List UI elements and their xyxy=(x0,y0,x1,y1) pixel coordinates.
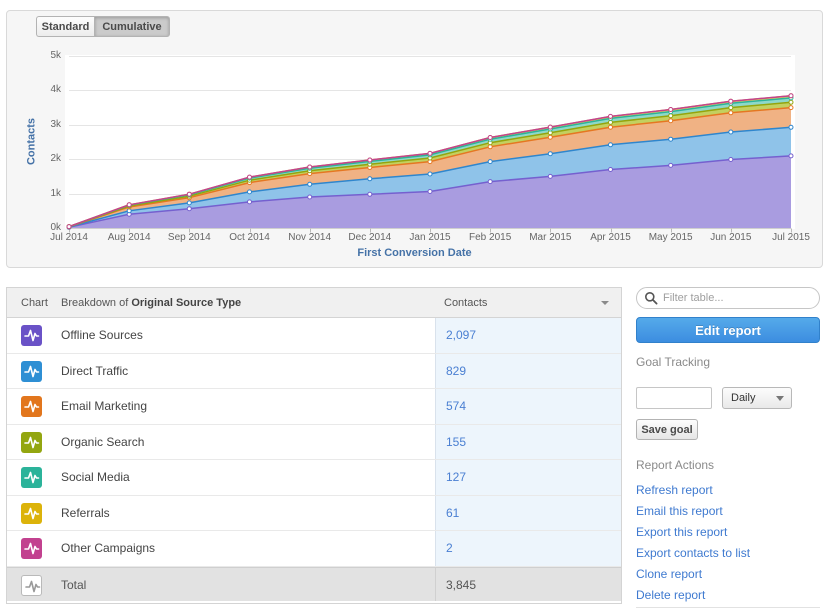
contacts-cell: 829 xyxy=(435,354,621,389)
series-icon xyxy=(21,467,42,488)
table-row: Referrals 61 xyxy=(7,496,621,532)
sidebar-divider xyxy=(636,607,820,608)
y-tick-label: 5k xyxy=(37,50,61,61)
chevron-down-icon xyxy=(776,396,784,401)
contacts-cell: 2 xyxy=(435,531,621,566)
source-label: Offline Sources xyxy=(61,318,143,354)
source-label: Referrals xyxy=(61,496,110,532)
toggle-standard[interactable]: Standard xyxy=(36,16,94,37)
contacts-value-link[interactable]: 127 xyxy=(436,460,621,494)
header-breakdown: Breakdown of Original Source Type xyxy=(61,297,241,309)
table-row: Offline Sources 2,097 xyxy=(7,318,621,354)
refresh-report-link[interactable]: Refresh report xyxy=(636,483,750,496)
contacts-cell: 2,097 xyxy=(435,318,621,353)
y-axis-title: Contacts xyxy=(26,102,39,182)
table-row: Direct Traffic 829 xyxy=(7,354,621,390)
email-report-link[interactable]: Email this report xyxy=(636,504,750,517)
goal-value-input[interactable] xyxy=(636,387,712,409)
contacts-value-link[interactable]: 574 xyxy=(436,389,621,423)
clone-report-link[interactable]: Clone report xyxy=(636,567,750,580)
x-tick-label: Apr 2015 xyxy=(581,232,641,243)
total-value: 3,845 xyxy=(436,568,621,602)
header-contacts: Contacts xyxy=(444,297,487,309)
report-actions-label: Report Actions xyxy=(636,458,714,472)
total-label: Total xyxy=(61,568,86,603)
chart-panel: Standard Cumulative Contacts 5k4k3k2k1k0… xyxy=(6,10,823,268)
source-label: Other Campaigns xyxy=(61,531,155,567)
report-actions-list: Refresh report Email this report Export … xyxy=(636,483,750,609)
export-report-link[interactable]: Export this report xyxy=(636,525,750,538)
goal-frequency-select[interactable]: Daily xyxy=(722,387,792,409)
stacked-area-chart xyxy=(69,56,795,236)
goal-frequency-value: Daily xyxy=(731,392,755,404)
contacts-cell: 574 xyxy=(435,389,621,424)
source-label: Organic Search xyxy=(61,425,144,461)
y-tick-label: 3k xyxy=(37,119,61,130)
y-tick-label: 2k xyxy=(37,153,61,164)
filter-table-input[interactable] xyxy=(636,287,820,309)
x-tick-label: Aug 2014 xyxy=(99,232,159,243)
save-goal-button[interactable]: Save goal xyxy=(636,419,698,440)
series-icon xyxy=(21,538,42,559)
series-icon xyxy=(21,325,42,346)
series-icon xyxy=(21,396,42,417)
y-tick-label: 1k xyxy=(37,188,61,199)
table-total-row: Total 3,845 xyxy=(7,567,621,602)
series-icon xyxy=(21,361,42,382)
source-label: Social Media xyxy=(61,460,130,496)
y-tick-label: 4k xyxy=(37,84,61,95)
header-breakdown-prefix: Breakdown of xyxy=(61,297,131,309)
contacts-value-link[interactable]: 829 xyxy=(436,354,621,388)
x-tick-label: Mar 2015 xyxy=(520,232,580,243)
report-sidebar: Edit report Goal Tracking Daily Save goa… xyxy=(636,287,820,611)
x-tick-label: Jul 2014 xyxy=(39,232,99,243)
table-row: Social Media 127 xyxy=(7,460,621,496)
header-chart: Chart xyxy=(21,297,48,309)
contacts-value-link[interactable]: 2 xyxy=(436,531,621,565)
table-row: Organic Search 155 xyxy=(7,425,621,461)
export-contacts-link[interactable]: Export contacts to list xyxy=(636,546,750,559)
table-row: Other Campaigns 2 xyxy=(7,531,621,567)
filter-table-wrap xyxy=(636,287,820,309)
x-tick-label: Feb 2015 xyxy=(460,232,520,243)
x-tick-label: Sep 2014 xyxy=(159,232,219,243)
chart-mode-toggle: Standard Cumulative xyxy=(36,16,170,37)
sort-caret-icon[interactable] xyxy=(601,301,609,305)
search-icon xyxy=(644,291,658,305)
table-header: Chart Breakdown of Original Source Type … xyxy=(7,288,621,318)
x-tick-label: May 2015 xyxy=(641,232,701,243)
table-row: Email Marketing 574 xyxy=(7,389,621,425)
x-tick-label: Oct 2014 xyxy=(220,232,280,243)
x-axis-title: First Conversion Date xyxy=(7,247,822,259)
series-icon xyxy=(21,432,42,453)
contacts-cell: 127 xyxy=(435,460,621,495)
header-breakdown-bold: Original Source Type xyxy=(131,297,241,309)
contacts-value-link[interactable]: 155 xyxy=(436,425,621,459)
delete-report-link[interactable]: Delete report xyxy=(636,588,750,601)
toggle-cumulative[interactable]: Cumulative xyxy=(94,16,170,37)
x-tick-label: Jun 2015 xyxy=(701,232,761,243)
breakdown-table: Chart Breakdown of Original Source Type … xyxy=(6,287,622,604)
series-icon xyxy=(21,503,42,524)
report-page: Standard Cumulative Contacts 5k4k3k2k1k0… xyxy=(0,0,831,611)
total-cell: 3,845 xyxy=(435,568,621,602)
x-tick-label: Dec 2014 xyxy=(340,232,400,243)
x-tick-label: Jan 2015 xyxy=(400,232,460,243)
edit-report-button[interactable]: Edit report xyxy=(636,317,820,343)
contacts-value-link[interactable]: 61 xyxy=(436,496,621,530)
goal-tracking-label: Goal Tracking xyxy=(636,355,710,369)
contacts-value-link[interactable]: 2,097 xyxy=(436,318,621,352)
contacts-cell: 155 xyxy=(435,425,621,460)
total-icon xyxy=(21,575,42,596)
source-label: Direct Traffic xyxy=(61,354,128,390)
x-tick-label: Jul 2015 xyxy=(761,232,821,243)
source-label: Email Marketing xyxy=(61,389,147,425)
x-tick-label: Nov 2014 xyxy=(280,232,340,243)
contacts-cell: 61 xyxy=(435,496,621,531)
